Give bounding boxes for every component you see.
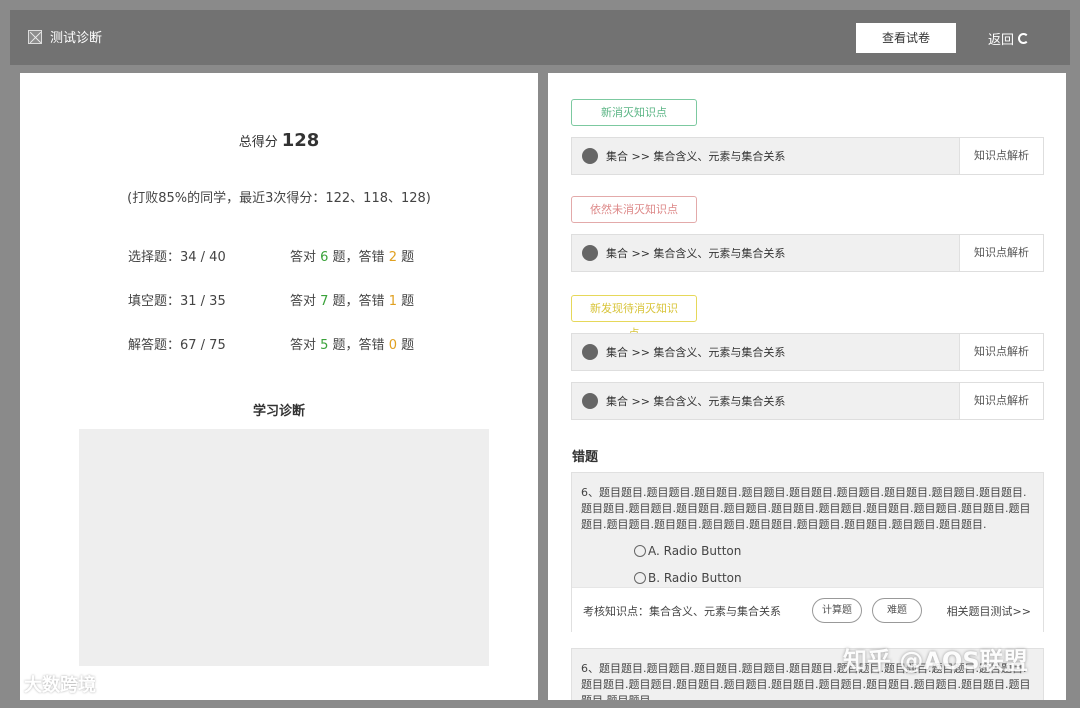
calc-tag[interactable]: 计算题	[812, 598, 862, 623]
question-footer: 考核知识点：集合含义、元素与集合关系 计算题 难题 相关题目测试>>	[572, 587, 1043, 632]
row-result: 答对 5 题，答错 0 题	[290, 338, 415, 353]
knowledge-analysis-button[interactable]: 知识点解析	[959, 138, 1043, 174]
watermark-left: 大数跨境	[24, 675, 96, 696]
knowledge-analysis-button[interactable]: 知识点解析	[959, 383, 1043, 419]
option-a[interactable]: A. Radio Button	[634, 544, 741, 558]
row-label: 填空题：31 / 35	[128, 294, 226, 309]
bullet-icon	[582, 344, 598, 360]
option-b-label: B. Radio Button	[648, 571, 742, 585]
knowledge-item-text: 集合 >> 集合含义、元素与集合关系	[606, 346, 786, 359]
bullet-icon	[582, 245, 598, 261]
knowledge-item-text: 集合 >> 集合含义、元素与集合关系	[606, 247, 786, 260]
radio-icon[interactable]	[634, 545, 646, 557]
bullet-icon	[582, 148, 598, 164]
tag-newly-found[interactable]: 新发现待消灭知识点	[571, 295, 697, 340]
knowledge-analysis-button[interactable]: 知识点解析	[959, 235, 1043, 271]
related-test-link[interactable]: 相关题目测试>>	[947, 603, 1031, 619]
knowledge-item: 集合 >> 集合含义、元素与集合关系 知识点解析	[571, 333, 1044, 371]
score-label: 总得分	[238, 135, 278, 150]
score-value: 128	[281, 130, 320, 151]
window-title: 测试诊断	[28, 27, 102, 46]
diagnosis-chart-area	[79, 429, 489, 666]
row-result: 答对 6 题，答错 2 题	[290, 250, 415, 265]
option-b[interactable]: B. Radio Button	[634, 571, 742, 585]
hard-tag[interactable]: 难题	[872, 598, 922, 623]
back-button[interactable]: 返回	[988, 29, 1030, 48]
top-bar: 测试诊断 查看试卷 返回	[10, 10, 1070, 65]
knowledge-panel: 新消灭知识点 集合 >> 集合含义、元素与集合关系 知识点解析 依然未消灭知识点…	[548, 73, 1066, 700]
view-paper-button[interactable]: 查看试卷	[856, 23, 956, 53]
question-text: 6、题目题目.题目题目.题目题目.题目题目.题目题目.题目题目.题目题目.题目题…	[581, 486, 1031, 531]
tag-new-eliminated[interactable]: 新消灭知识点	[571, 99, 697, 126]
knowledge-item: 集合 >> 集合含义、元素与集合关系 知识点解析	[571, 234, 1044, 272]
refresh-icon	[1018, 33, 1030, 44]
total-score: 总得分 128	[20, 130, 538, 151]
tag-still-not-eliminated[interactable]: 依然未消灭知识点	[571, 196, 697, 223]
knowledge-item: 集合 >> 集合含义、元素与集合关系 知识点解析	[571, 382, 1044, 420]
watermark-right: 知乎 @AOS联盟	[843, 647, 1028, 675]
radio-icon[interactable]	[634, 572, 646, 584]
close-icon[interactable]	[28, 29, 42, 44]
knowledge-item: 集合 >> 集合含义、元素与集合关系 知识点解析	[571, 137, 1044, 175]
beat-text: (打败85%的同学，最近3次得分：122、118、128)	[127, 191, 431, 206]
knowledge-label: 考核知识点：集合含义、元素与集合关系	[583, 605, 781, 618]
row-result: 答对 7 题，答错 1 题	[290, 294, 415, 309]
summary-panel: 总得分 128 (打败85%的同学，最近3次得分：122、118、128) 选择题…	[20, 73, 538, 700]
row-label: 选择题：34 / 40	[128, 250, 226, 265]
window-title-text: 测试诊断	[50, 31, 103, 46]
knowledge-item-text: 集合 >> 集合含义、元素与集合关系	[606, 150, 786, 163]
option-a-label: A. Radio Button	[648, 544, 742, 558]
bullet-icon	[582, 393, 598, 409]
knowledge-item-text: 集合 >> 集合含义、元素与集合关系	[606, 395, 786, 408]
wrong-questions-title: 错题	[572, 450, 599, 465]
row-label: 解答题：67 / 75	[128, 338, 226, 353]
diagnosis-title: 学习诊断	[252, 404, 305, 419]
wrong-question-card: 6、题目题目.题目题目.题目题目.题目题目.题目题目.题目题目.题目题目.题目题…	[571, 472, 1044, 632]
knowledge-analysis-button[interactable]: 知识点解析	[959, 334, 1043, 370]
back-label: 返回	[988, 33, 1015, 48]
